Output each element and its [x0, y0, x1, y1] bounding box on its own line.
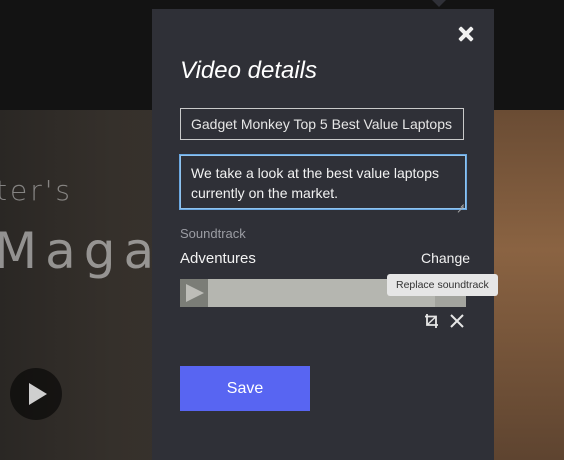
panel-pointer: [432, 0, 446, 7]
resize-handle-icon[interactable]: [456, 199, 464, 207]
description-field[interactable]: We take a look at the best value laptops…: [180, 155, 466, 209]
change-soundtrack-link[interactable]: Change: [421, 250, 470, 266]
play-icon[interactable]: [10, 368, 62, 420]
page-title: Video details: [180, 57, 317, 84]
background-frame-right: [494, 110, 564, 460]
video-title-field[interactable]: [180, 108, 464, 140]
play-icon[interactable]: [180, 279, 208, 307]
video-details-panel: Video details We take a look at the best…: [152, 9, 498, 460]
save-button[interactable]: Save: [180, 366, 310, 411]
background-title-line-1: ter's: [0, 174, 74, 207]
soundtrack-name: Adventures: [180, 250, 256, 267]
soundtrack-label: Soundtrack: [180, 226, 246, 241]
close-icon[interactable]: [449, 313, 465, 329]
replace-soundtrack-tooltip: Replace soundtrack: [387, 274, 498, 296]
close-icon[interactable]: [455, 23, 477, 45]
crop-icon[interactable]: [424, 313, 440, 329]
